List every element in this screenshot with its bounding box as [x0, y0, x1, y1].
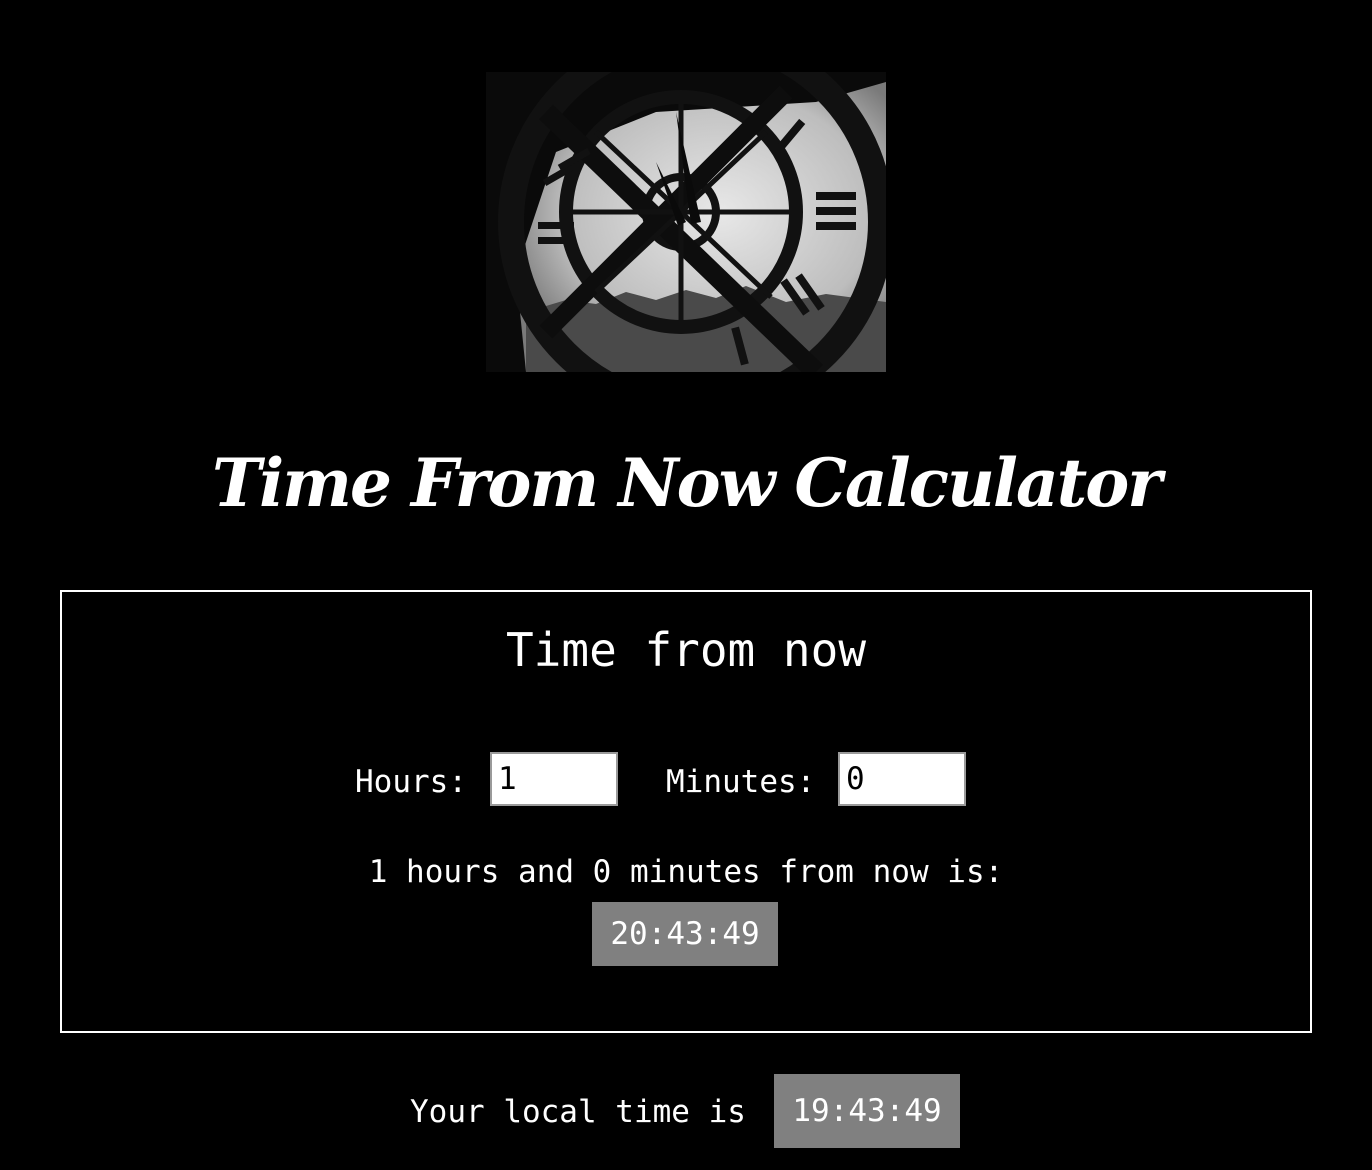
calculator-panel: Time from now Hours: Minutes: 1 hours an… — [60, 590, 1312, 1033]
result-time-badge: 20:43:49 — [592, 902, 778, 966]
minutes-label: Minutes: — [666, 764, 816, 800]
result-text: 1 hours and 0 minutes from now is: — [368, 854, 1004, 890]
clock-face-icon — [486, 72, 886, 372]
minutes-input[interactable] — [838, 752, 966, 806]
clock-image — [486, 72, 886, 372]
hours-label: Hours: — [355, 764, 467, 800]
calculator-heading: Time from now — [505, 623, 867, 677]
local-time-label: Your local time is — [410, 1094, 746, 1130]
hours-input[interactable] — [490, 752, 618, 806]
local-time-badge: 19:43:49 — [774, 1074, 960, 1148]
local-time-row: Your local time is 19:43:49 — [0, 1074, 1372, 1148]
page-title: Time From Now Calculator — [211, 444, 1162, 522]
input-row: Hours: Minutes: — [62, 752, 1310, 808]
